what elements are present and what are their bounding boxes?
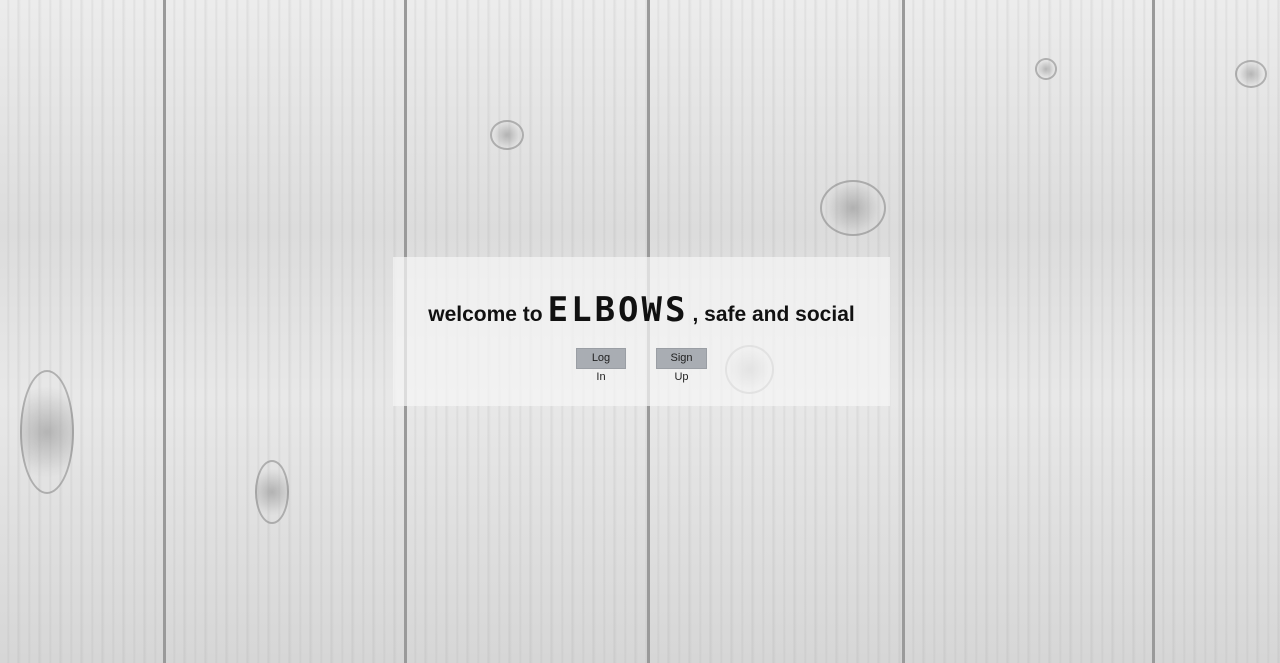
welcome-headline: welcome to ELBOWS , safe and social <box>393 293 890 327</box>
brand-logo: ELBOWS <box>547 290 689 330</box>
wood-knot <box>1035 58 1057 80</box>
auth-buttons: Log In Sign Up <box>393 348 890 383</box>
wood-knot <box>255 460 289 524</box>
page: welcome to ELBOWS , safe and social Log … <box>0 0 1280 663</box>
welcome-panel: welcome to ELBOWS , safe and social Log … <box>393 257 890 406</box>
welcome-prefix: welcome to <box>428 303 543 326</box>
welcome-suffix: , safe and social <box>692 303 855 326</box>
wood-plank <box>0 0 166 663</box>
login-button[interactable]: Log In <box>576 348 626 383</box>
wood-knot <box>820 180 886 236</box>
wood-knot <box>20 370 74 494</box>
signup-button[interactable]: Sign Up <box>656 348 707 383</box>
wood-knot <box>490 120 524 150</box>
wood-plank <box>1155 0 1280 663</box>
wood-plank <box>166 0 407 663</box>
wood-plank <box>905 0 1155 663</box>
wood-knot <box>1235 60 1267 88</box>
